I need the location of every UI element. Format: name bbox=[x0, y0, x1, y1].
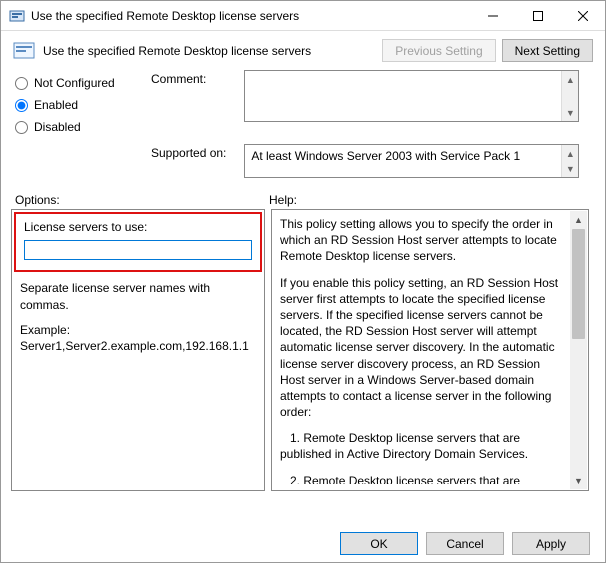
help-p1: This policy setting allows you to specif… bbox=[280, 216, 566, 265]
options-header: Options: bbox=[15, 193, 269, 207]
radio-label: Enabled bbox=[34, 98, 78, 112]
apply-button[interactable]: Apply bbox=[512, 532, 590, 555]
comment-textarea[interactable]: ▲ ▼ bbox=[244, 70, 579, 122]
state-radio-group: Not Configured Enabled Disabled bbox=[1, 66, 151, 138]
policy-icon bbox=[13, 40, 37, 62]
ok-button[interactable]: OK bbox=[340, 532, 418, 555]
scroll-down-icon[interactable]: ▼ bbox=[570, 472, 587, 489]
help-header: Help: bbox=[269, 193, 297, 207]
maximize-button[interactable] bbox=[515, 1, 560, 30]
help-text: This policy setting allows you to specif… bbox=[280, 216, 566, 484]
header: Use the specified Remote Desktop license… bbox=[1, 31, 605, 66]
supported-label: Supported on: bbox=[151, 144, 241, 160]
scroll-up-icon[interactable]: ▲ bbox=[562, 71, 578, 88]
help-p3: 1. Remote Desktop license servers that a… bbox=[280, 430, 566, 462]
supported-textarea: At least Windows Server 2003 with Servic… bbox=[244, 144, 579, 178]
minimize-button[interactable] bbox=[470, 1, 515, 30]
help-panel: This policy setting allows you to specif… bbox=[271, 209, 589, 491]
license-servers-label: License servers to use: bbox=[24, 220, 252, 234]
gpo-icon bbox=[9, 8, 25, 24]
options-panel: License servers to use: Separate license… bbox=[11, 209, 265, 491]
scroll-down-icon[interactable]: ▼ bbox=[562, 104, 578, 121]
radio-disabled-input[interactable] bbox=[15, 121, 28, 134]
cancel-button[interactable]: Cancel bbox=[426, 532, 504, 555]
titlebar: Use the specified Remote Desktop license… bbox=[1, 1, 605, 31]
radio-not-configured-input[interactable] bbox=[15, 77, 28, 90]
scroll-down-icon[interactable]: ▼ bbox=[562, 160, 578, 177]
scroll-up-icon[interactable]: ▲ bbox=[570, 211, 587, 228]
previous-setting-button: Previous Setting bbox=[382, 39, 495, 62]
header-title: Use the specified Remote Desktop license… bbox=[43, 44, 376, 58]
license-servers-input[interactable] bbox=[24, 240, 252, 260]
scrollbar[interactable]: ▲ ▼ bbox=[561, 145, 578, 177]
scrollbar[interactable]: ▲ ▼ bbox=[561, 71, 578, 121]
comment-value bbox=[251, 75, 558, 117]
window-title: Use the specified Remote Desktop license… bbox=[31, 9, 470, 23]
radio-label: Disabled bbox=[34, 120, 81, 134]
comment-row: Comment: ▲ ▼ bbox=[151, 66, 605, 129]
radio-enabled-input[interactable] bbox=[15, 99, 28, 112]
radio-enabled[interactable]: Enabled bbox=[15, 94, 151, 116]
radio-label: Not Configured bbox=[34, 76, 115, 90]
scrollbar[interactable]: ▲ ▼ bbox=[570, 211, 587, 489]
radio-not-configured[interactable]: Not Configured bbox=[15, 72, 151, 94]
options-note-1: Separate license server names with comma… bbox=[20, 280, 256, 314]
comment-label: Comment: bbox=[151, 70, 241, 86]
column-headers: Options: Help: bbox=[1, 187, 605, 209]
supported-row: Supported on: At least Windows Server 20… bbox=[151, 138, 605, 187]
help-p2: If you enable this policy setting, an RD… bbox=[280, 275, 566, 421]
footer-buttons: OK Cancel Apply bbox=[332, 532, 590, 555]
next-setting-button[interactable]: Next Setting bbox=[502, 39, 593, 62]
scrollbar-thumb[interactable] bbox=[572, 229, 585, 339]
help-p4: 2. Remote Desktop license servers that a… bbox=[280, 473, 566, 484]
supported-value: At least Windows Server 2003 with Servic… bbox=[251, 149, 558, 173]
highlight-box: License servers to use: bbox=[14, 212, 262, 272]
close-button[interactable] bbox=[560, 1, 605, 30]
radio-disabled[interactable]: Disabled bbox=[15, 116, 151, 138]
options-note-2: Example: Server1,Server2.example.com,192… bbox=[20, 322, 256, 356]
